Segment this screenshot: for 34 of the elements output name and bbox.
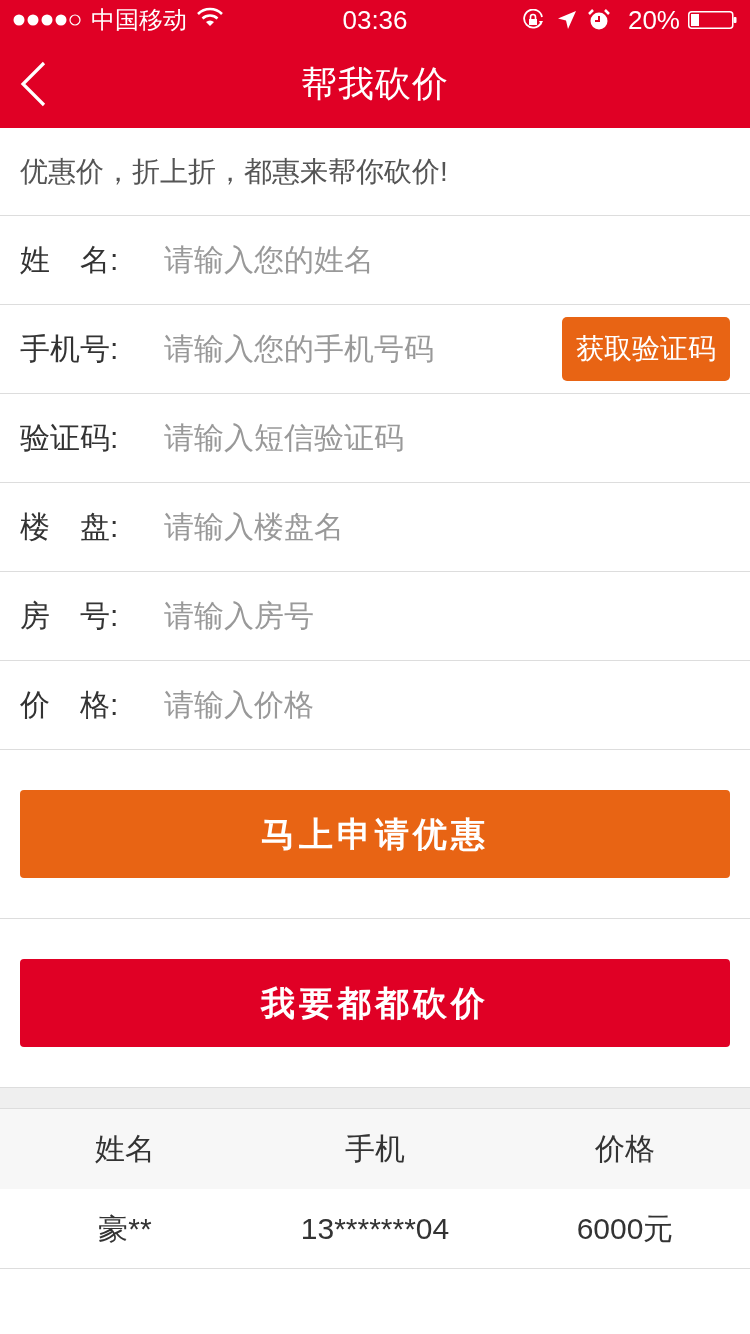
column-header: 姓名	[95, 1134, 155, 1164]
column-header: 价格	[595, 1134, 655, 1164]
status-time: 03:36	[342, 7, 408, 33]
wifi-icon	[197, 7, 223, 27]
page-title: 帮我砍价	[301, 66, 449, 102]
back-button[interactable]	[18, 60, 48, 108]
rotation-lock-icon	[521, 9, 546, 31]
input-field[interactable]: 请输入楼盘名	[164, 497, 730, 557]
back-chevron-icon	[20, 61, 46, 107]
field-label: 验证码:	[20, 423, 120, 453]
submit-button[interactable]: 我要都都砍价	[20, 959, 730, 1047]
input-field[interactable]: 请输入您的手机号码	[164, 319, 562, 379]
input-field[interactable]: 请输入房号	[164, 586, 730, 646]
alarm-clock-icon	[587, 9, 610, 31]
field-label: 楼 盘:	[20, 512, 120, 542]
input-field[interactable]: 请输入短信验证码	[164, 408, 730, 468]
input-field[interactable]: 请输入价格	[164, 675, 730, 735]
location-arrow-icon	[557, 11, 576, 29]
battery-percent: 20%	[627, 7, 680, 33]
field-label: 手机号:	[20, 334, 120, 364]
table-cell: 13*******04	[300, 1213, 450, 1244]
get-code-button[interactable]: 获取验证码	[562, 317, 730, 381]
table-cell: 6000元	[576, 1213, 674, 1244]
signal-strength-icon	[13, 14, 81, 26]
field-label: 姓 名:	[20, 245, 120, 275]
carrier-name: 中国移动	[91, 8, 187, 32]
battery-icon	[688, 11, 737, 29]
field-label: 房 号:	[20, 601, 120, 631]
field-label: 价 格:	[20, 690, 120, 720]
intro-text: 优惠价，折上折，都惠来帮你砍价!	[20, 157, 448, 186]
table-cell: 豪**	[98, 1213, 152, 1244]
input-field[interactable]: 请输入您的姓名	[164, 230, 730, 290]
submit-button[interactable]: 马上申请优惠	[20, 790, 730, 878]
column-header: 手机	[345, 1134, 405, 1164]
